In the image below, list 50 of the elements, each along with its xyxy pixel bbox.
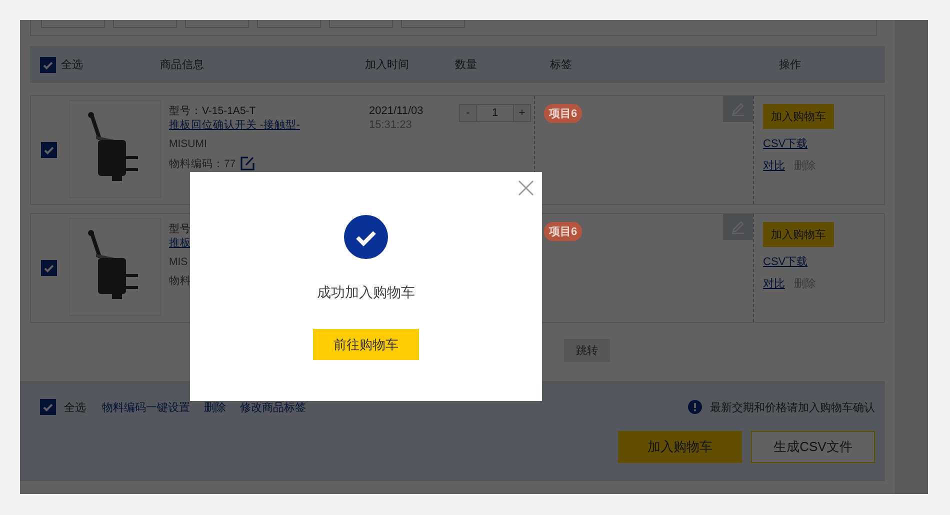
material-code: 物料编码：77 [169, 156, 236, 170]
model-number: 型号：V-15-1A5-T [169, 104, 257, 118]
jump-button[interactable]: 跳转 [564, 338, 610, 362]
filter-button[interactable] [113, 20, 177, 28]
compare-link[interactable]: 对比 [763, 276, 785, 291]
footer-link[interactable]: 物料编码一键设置 [102, 400, 190, 414]
added-date: 2021/11/03 [369, 104, 424, 118]
edit-icon[interactable] [240, 156, 255, 171]
notice-text: 最新交期和价格请加入购物车确认 [710, 400, 875, 414]
column-header: 标签 [550, 58, 572, 72]
info-icon [688, 400, 702, 414]
edit-tag-button[interactable] [723, 214, 753, 240]
increment-button[interactable]: + [514, 105, 530, 121]
csv-download-link[interactable]: CSV下载 [763, 136, 844, 151]
filter-button[interactable] [329, 20, 393, 28]
footer-link[interactable]: 修改商品标签 [240, 400, 306, 414]
csv-download-link[interactable]: CSV下载 [763, 254, 844, 269]
product-link[interactable]: 推板回位确认开关 -接触型- [169, 118, 369, 132]
brand-name: MISUMI [169, 137, 208, 151]
material-code: 物料 [169, 274, 191, 288]
add-to-cart-button[interactable]: 加入购物车 [763, 222, 834, 247]
checkbox[interactable] [41, 260, 57, 276]
checkbox[interactable] [40, 56, 56, 72]
filter-button[interactable] [185, 20, 249, 28]
column-header: 操作 [779, 58, 801, 72]
close-icon[interactable] [518, 180, 534, 196]
column-header: 加入时间 [365, 58, 409, 72]
brand-name: MIS [169, 255, 189, 269]
add-to-cart-button[interactable]: 加入购物车 [763, 104, 834, 129]
select-all-label: 全选 [64, 400, 86, 414]
column-header: 数量 [455, 58, 477, 72]
filter-button[interactable] [257, 20, 321, 28]
model-number: 型号 [169, 222, 192, 236]
add-to-cart-button[interactable]: 加入购物车 [618, 431, 742, 463]
compare-link[interactable]: 对比 [763, 158, 785, 173]
filter-button[interactable] [401, 20, 465, 28]
tag-label: 项目6 [544, 222, 582, 241]
tag-label: 项目6 [544, 104, 582, 123]
select-all-label: 全选 [61, 58, 83, 72]
footer-link[interactable]: 删除 [204, 400, 226, 414]
go-to-cart-button[interactable]: 前往购物车 [313, 329, 419, 360]
column-header: 商品信息 [160, 58, 204, 72]
generate-csv-button[interactable]: 生成CSV文件 [751, 431, 875, 463]
checkbox[interactable] [40, 399, 56, 415]
decrement-button[interactable]: - [460, 105, 476, 121]
success-message: 成功加入购物车 [317, 284, 415, 302]
filter-button[interactable] [41, 20, 105, 28]
check-circle-icon [344, 215, 388, 259]
checkbox[interactable] [41, 142, 57, 158]
edit-tag-button[interactable] [723, 96, 753, 122]
